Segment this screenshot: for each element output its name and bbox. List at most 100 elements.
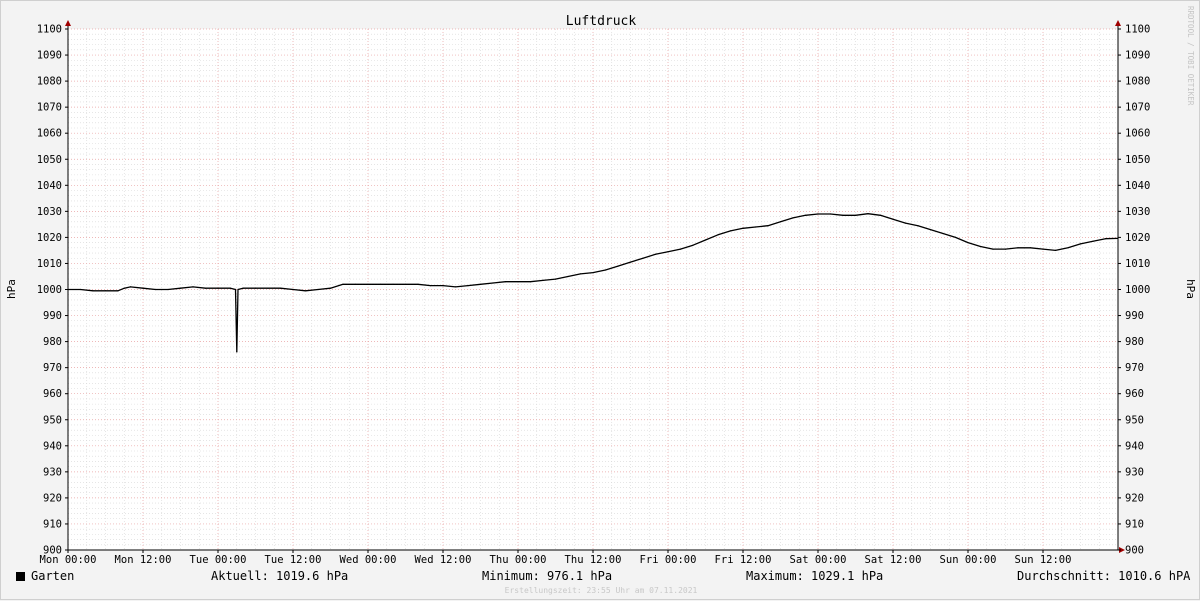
data-point bbox=[842, 214, 844, 216]
data-point bbox=[692, 244, 694, 246]
y-tick-label-left: 910 bbox=[43, 518, 62, 530]
y-tick-label-right: 1010 bbox=[1125, 258, 1150, 270]
data-point bbox=[1117, 237, 1119, 239]
y-tick-label-right: 900 bbox=[1125, 545, 1144, 557]
data-point bbox=[142, 287, 144, 289]
legend-current: Aktuell: 1019.6 hPa bbox=[211, 569, 349, 583]
x-tick-label: Thu 12:00 bbox=[565, 554, 622, 566]
y-tick-label-left: 980 bbox=[43, 336, 62, 348]
y-tick-label-right: 1000 bbox=[1125, 284, 1150, 296]
x-tick-label: Thu 00:00 bbox=[490, 554, 547, 566]
x-tick-label: Sun 12:00 bbox=[1015, 554, 1072, 566]
y-tick-label-left: 970 bbox=[43, 362, 62, 374]
data-point bbox=[342, 283, 344, 285]
data-point bbox=[1067, 247, 1069, 249]
data-point bbox=[417, 283, 419, 285]
x-tick-label: Mon 00:00 bbox=[40, 554, 97, 566]
chart-title: Luftdruck bbox=[566, 14, 637, 29]
chart-window: 1100 1090 1080 1070 1060 1050 1040 1030 1020 1010… bbox=[0, 0, 1200, 600]
legend-maximum: Maximum: 1029.1 hPa bbox=[746, 569, 884, 583]
legend-swatch bbox=[16, 572, 25, 581]
x-tick-label: Fri 00:00 bbox=[640, 554, 697, 566]
y-tick-label-left: 1040 bbox=[37, 180, 62, 192]
x-ticks: Mon 00:00 Mon 12:00 Tue 00:00 Tue 12:00 Wed … bbox=[40, 550, 1072, 566]
data-point bbox=[1092, 240, 1094, 242]
data-point bbox=[67, 288, 69, 291]
data-point bbox=[592, 272, 594, 274]
data-point bbox=[429, 285, 432, 287]
data-point bbox=[454, 286, 457, 288]
data-point bbox=[854, 214, 857, 216]
y-tick-label-right: 970 bbox=[1125, 362, 1144, 374]
data-point bbox=[1004, 248, 1007, 250]
data-point bbox=[442, 285, 444, 287]
data-point bbox=[504, 281, 507, 283]
data-point bbox=[467, 285, 469, 287]
data-point bbox=[542, 279, 544, 281]
creation-time: Erstellungszeit: 23:55 Uhr am 07.11.2021 bbox=[504, 586, 698, 595]
y-axis-label-left: hPa bbox=[5, 279, 18, 299]
y-ticks-left: 1100 1090 1080 1070 1060 1050 1040 1030 1020 1010… bbox=[37, 24, 68, 557]
data-point bbox=[742, 227, 744, 229]
data-point bbox=[237, 288, 239, 291]
data-point bbox=[317, 288, 319, 291]
grid bbox=[67, 28, 1119, 551]
data-point bbox=[704, 239, 707, 241]
y-axis-arrow-left bbox=[65, 20, 71, 26]
data-point bbox=[942, 232, 944, 235]
y-tick-label-left: 1020 bbox=[37, 232, 62, 244]
data-point bbox=[867, 213, 869, 215]
data-point bbox=[392, 283, 394, 285]
data-point bbox=[1042, 248, 1044, 250]
y-tick-label-left: 1100 bbox=[37, 24, 62, 36]
data-point bbox=[192, 286, 194, 288]
data-point bbox=[1104, 238, 1107, 240]
data-point bbox=[92, 290, 94, 292]
y-tick-label-left: 940 bbox=[43, 440, 62, 452]
y-tick-label-right: 920 bbox=[1125, 492, 1144, 504]
data-point bbox=[604, 269, 607, 271]
data-point bbox=[679, 248, 682, 250]
y-tick-label-right: 1040 bbox=[1125, 180, 1150, 192]
data-point bbox=[617, 265, 619, 267]
y-tick-label-left: 960 bbox=[43, 388, 62, 400]
y-tick-label-left: 990 bbox=[43, 310, 62, 322]
data-point bbox=[234, 288, 237, 291]
data-point bbox=[292, 288, 294, 291]
y-axis-arrow-right bbox=[1115, 20, 1121, 26]
data-point bbox=[479, 283, 482, 285]
data-point bbox=[229, 287, 232, 289]
data-point bbox=[304, 290, 307, 292]
data-point bbox=[729, 230, 732, 232]
data-point bbox=[929, 229, 932, 231]
data-point bbox=[354, 283, 357, 285]
y-tick-label-left: 1030 bbox=[37, 206, 62, 218]
data-point bbox=[1054, 249, 1057, 251]
data-point bbox=[529, 281, 532, 283]
y-tick-label-right: 1100 bbox=[1125, 24, 1150, 36]
x-tick-label: Tue 00:00 bbox=[190, 554, 247, 566]
data-point bbox=[829, 213, 832, 215]
data-point bbox=[804, 214, 807, 216]
data-point bbox=[129, 286, 132, 288]
data-point bbox=[792, 217, 794, 219]
data-point bbox=[492, 282, 494, 284]
data-point bbox=[1029, 247, 1032, 249]
data-point bbox=[367, 283, 369, 285]
data-point bbox=[242, 287, 244, 289]
data-point bbox=[517, 281, 519, 283]
y-tick-label-right: 1090 bbox=[1125, 50, 1150, 62]
y-tick-label-right: 960 bbox=[1125, 388, 1144, 400]
data-point bbox=[642, 257, 644, 259]
y-tick-label-left: 1060 bbox=[37, 128, 62, 140]
data-point bbox=[954, 236, 957, 238]
data-point bbox=[267, 287, 269, 289]
data-point bbox=[654, 253, 657, 255]
y-tick-label-left: 1080 bbox=[37, 76, 62, 88]
data-point bbox=[79, 288, 82, 291]
y-tick-label-right: 1030 bbox=[1125, 206, 1150, 218]
data-point bbox=[779, 221, 782, 223]
legend-series-name: Garten bbox=[31, 569, 75, 583]
data-point bbox=[104, 290, 107, 292]
data-point bbox=[123, 287, 125, 289]
